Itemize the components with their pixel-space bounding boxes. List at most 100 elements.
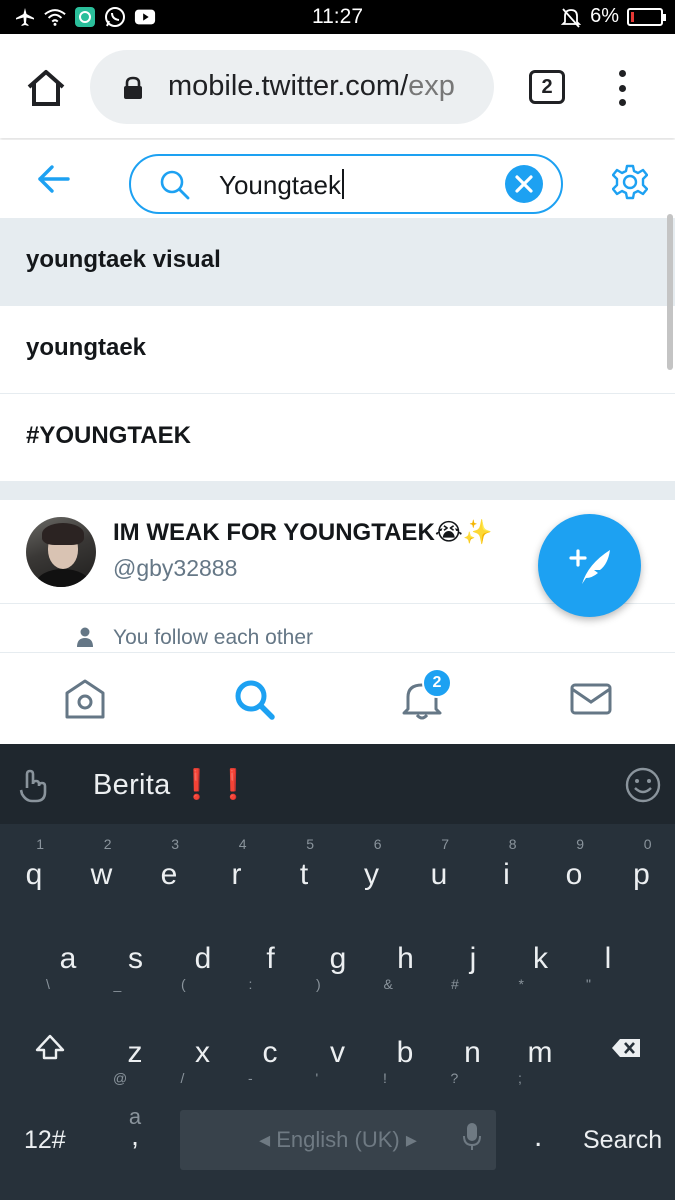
symbols-mode-key[interactable]: 12# bbox=[24, 1126, 66, 1155]
key-label: i bbox=[503, 858, 510, 891]
key-x[interactable]: / x bbox=[173, 1014, 233, 1086]
soft-keyboard: Berita ❗❗ 1q2w3e4r5t6y7u8i9o0p \ a _ s(d: f)… bbox=[0, 744, 675, 1200]
key-s[interactable]: _ s bbox=[106, 920, 166, 992]
key-g[interactable]: ) g bbox=[308, 920, 368, 992]
key-label: q bbox=[25, 858, 43, 891]
key-d[interactable]: (d bbox=[173, 920, 233, 992]
key-label: a bbox=[59, 942, 77, 975]
search-suggestion[interactable]: youngtaek bbox=[0, 306, 675, 394]
key-h[interactable]: & h bbox=[376, 920, 436, 992]
gesture-hand-icon[interactable] bbox=[16, 768, 52, 804]
key-v[interactable]: ' v bbox=[308, 1014, 368, 1086]
key-c[interactable]: -c bbox=[240, 1014, 300, 1086]
search-settings-button[interactable] bbox=[611, 164, 649, 200]
key-m[interactable]: ; m bbox=[510, 1014, 570, 1086]
close-icon bbox=[515, 175, 533, 193]
gear-icon bbox=[611, 164, 649, 200]
scrollbar[interactable] bbox=[667, 214, 673, 370]
key-secondary-label: 2 bbox=[103, 836, 112, 852]
home-icon bbox=[65, 679, 105, 719]
key-z[interactable]: @ z bbox=[105, 1014, 165, 1086]
emoji-icon[interactable] bbox=[625, 767, 661, 803]
key-secondary-label: " bbox=[586, 976, 591, 992]
key-secondary-label: 5 bbox=[306, 836, 314, 852]
text-caret bbox=[341, 169, 344, 199]
compose-tweet-button[interactable] bbox=[538, 514, 641, 617]
key-label: n bbox=[464, 1036, 481, 1069]
key-a[interactable]: \ a bbox=[38, 920, 98, 992]
key-i[interactable]: 8i bbox=[477, 836, 537, 906]
space-bar-label: ◂ English (UK) ▸ bbox=[259, 1127, 417, 1152]
key-label: u bbox=[430, 858, 448, 891]
search-query-text: Youngtaek bbox=[219, 169, 344, 201]
browser-home-button[interactable] bbox=[24, 68, 68, 108]
key-o[interactable]: 9o bbox=[544, 836, 604, 906]
back-button[interactable] bbox=[36, 164, 72, 194]
key-label: x bbox=[195, 1036, 210, 1069]
tab-switcher-button[interactable]: 2 bbox=[529, 70, 565, 104]
microphone-icon bbox=[462, 1122, 482, 1152]
search-input[interactable]: Youngtaek bbox=[129, 154, 563, 214]
key-secondary-label: ! bbox=[383, 1070, 387, 1086]
tab-home[interactable] bbox=[63, 677, 107, 721]
person-icon bbox=[76, 627, 94, 647]
tab-search[interactable] bbox=[232, 677, 276, 721]
search-suggestion[interactable]: #YOUNGTAEK bbox=[0, 394, 675, 482]
browser-menu-button[interactable] bbox=[612, 70, 632, 106]
clear-search-button[interactable] bbox=[505, 165, 543, 203]
avatar bbox=[26, 517, 96, 587]
key-label: j bbox=[469, 942, 477, 975]
key-label: b bbox=[396, 1036, 414, 1069]
section-divider bbox=[0, 482, 675, 500]
period-key[interactable]: . bbox=[534, 1120, 542, 1154]
key-l[interactable]: " l bbox=[578, 920, 638, 992]
key-label: m bbox=[527, 1036, 553, 1069]
backspace-key[interactable] bbox=[596, 1014, 656, 1084]
key-w[interactable]: 2w bbox=[72, 836, 132, 906]
shift-arrow-icon bbox=[35, 1034, 65, 1060]
key-f[interactable]: :f bbox=[241, 920, 301, 992]
tab-messages[interactable] bbox=[569, 677, 613, 721]
key-secondary-label: 6 bbox=[373, 836, 382, 852]
key-label: l bbox=[604, 942, 612, 975]
key-secondary-label: \ bbox=[46, 976, 50, 992]
keyboard-search-key[interactable]: Search bbox=[583, 1126, 662, 1155]
shift-key[interactable] bbox=[20, 1014, 80, 1084]
arrow-left-icon bbox=[38, 165, 70, 193]
suggestion-label: youngtaek bbox=[26, 334, 147, 361]
status-bar: 11:27 6% bbox=[0, 0, 675, 34]
key-t[interactable]: 5t bbox=[274, 836, 334, 906]
key-label: k bbox=[533, 942, 548, 975]
keyboard-suggestion[interactable]: Berita ❗❗ bbox=[93, 768, 252, 802]
url-path: exp bbox=[408, 70, 455, 102]
key-secondary-label: - bbox=[248, 1070, 253, 1086]
key-e[interactable]: 3e bbox=[139, 836, 199, 906]
search-icon bbox=[235, 680, 275, 720]
key-secondary-label: ? bbox=[450, 1070, 459, 1086]
key-secondary-label: 1 bbox=[36, 836, 44, 852]
search-suggestion[interactable]: youngtaek visual bbox=[0, 218, 675, 306]
key-label: w bbox=[90, 858, 113, 891]
key-p[interactable]: 0p bbox=[612, 836, 672, 906]
notifications-badge: 2 bbox=[422, 668, 452, 698]
key-b[interactable]: ! b bbox=[375, 1014, 435, 1086]
home-icon bbox=[27, 70, 65, 106]
comma-key[interactable]: a, bbox=[118, 1104, 152, 1174]
key-j[interactable]: # j bbox=[443, 920, 503, 992]
key-u[interactable]: 7u bbox=[409, 836, 469, 906]
key-label: t bbox=[299, 858, 309, 891]
key-label: z bbox=[127, 1036, 143, 1069]
key-n[interactable]: ? n bbox=[443, 1014, 503, 1086]
browser-toolbar: mobile.twitter.com/exp 2 bbox=[0, 34, 675, 138]
key-q[interactable]: 1q bbox=[4, 836, 64, 906]
key-y[interactable]: 6y bbox=[342, 836, 402, 906]
key-secondary-label: 8 bbox=[508, 836, 517, 852]
key-secondary-label: : bbox=[248, 976, 253, 992]
key-k[interactable]: * k bbox=[511, 920, 571, 992]
key-r[interactable]: 4r bbox=[207, 836, 267, 906]
key-label: f bbox=[266, 942, 275, 975]
space-bar[interactable]: ◂ English (UK) ▸ bbox=[180, 1110, 496, 1170]
address-bar[interactable]: mobile.twitter.com/exp bbox=[90, 50, 494, 124]
key-secondary-label: @ bbox=[113, 1070, 128, 1086]
search-header: Youngtaek bbox=[0, 140, 675, 218]
